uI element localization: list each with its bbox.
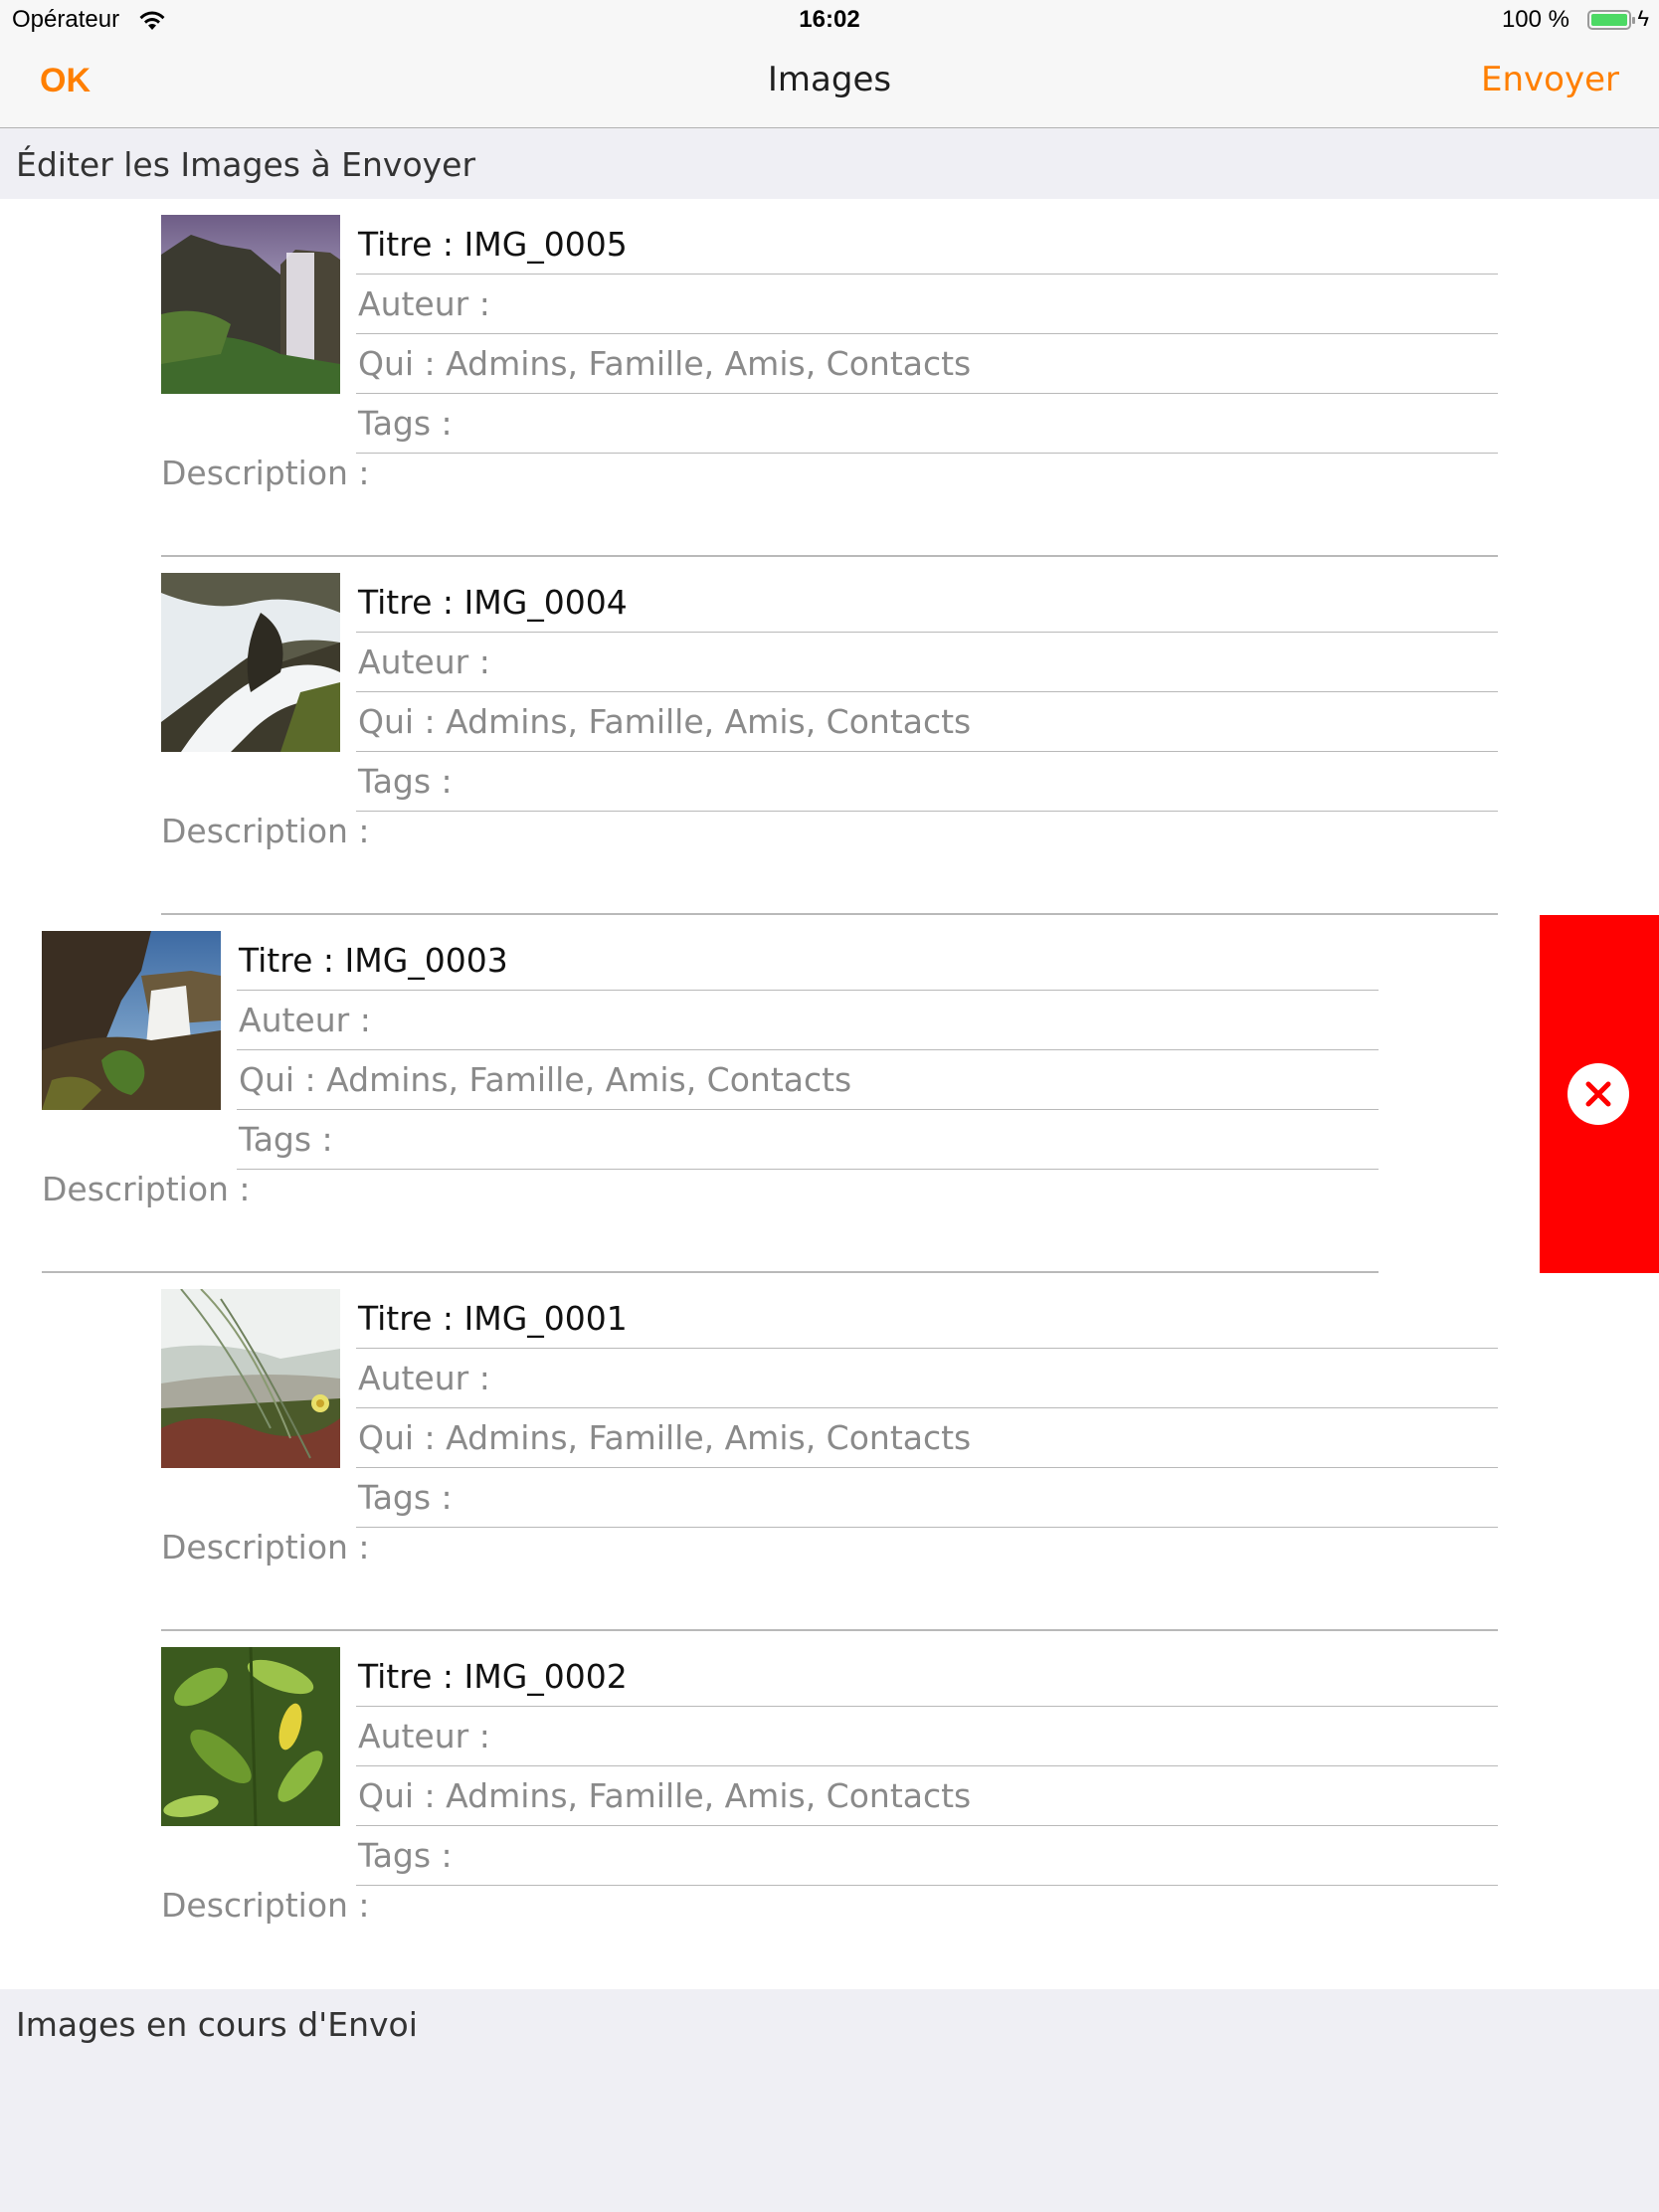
tags-field[interactable]: Tags : <box>356 1468 1498 1528</box>
image-cell[interactable]: Titre : IMG_0002 Auteur : Qui : Admins, … <box>0 1631 1659 1989</box>
description-label[interactable]: Description : <box>161 812 370 850</box>
title-field[interactable]: Titre : IMG_0001 <box>356 1289 1498 1349</box>
author-field[interactable]: Auteur : <box>237 991 1379 1050</box>
title-field[interactable]: Titre : IMG_0003 <box>237 931 1379 991</box>
green-leaves-thumbnail[interactable] <box>161 1647 340 1826</box>
delete-button[interactable] <box>1540 915 1659 1273</box>
who-field[interactable]: Qui : Admins, Famille, Amis, Contacts <box>237 1050 1379 1110</box>
clock: 16:02 <box>799 6 860 33</box>
section-header-uploading-label: Images en cours d'Envoi <box>16 2005 418 2044</box>
battery-icon <box>1587 10 1635 30</box>
delete-circle <box>1567 1063 1629 1125</box>
image-cell-swiped[interactable]: Titre : IMG_0003 Auteur : Qui : Admins, … <box>0 915 1659 1273</box>
section-header-uploading: Images en cours d'Envoi <box>0 1989 1659 2059</box>
status-bar: Opérateur 16:02 100 % ϟ <box>0 0 1659 40</box>
page-title: Images <box>767 60 892 99</box>
who-field[interactable]: Qui : Admins, Famille, Amis, Contacts <box>356 334 1498 394</box>
navigation-bar: OK Images Envoyer <box>0 40 1659 128</box>
description-label[interactable]: Description : <box>42 1170 251 1208</box>
section-header-edit: Éditer les Images à Envoyer <box>0 129 1659 199</box>
who-field[interactable]: Qui : Admins, Famille, Amis, Contacts <box>356 692 1498 752</box>
description-label[interactable]: Description : <box>161 454 370 492</box>
section-header-edit-label: Éditer les Images à Envoyer <box>16 145 476 184</box>
title-field[interactable]: Titre : IMG_0002 <box>356 1647 1498 1707</box>
tags-field[interactable]: Tags : <box>237 1110 1379 1170</box>
image-cell[interactable]: Titre : IMG_0004 Auteur : Qui : Admins, … <box>0 557 1659 915</box>
tags-field[interactable]: Tags : <box>356 394 1498 454</box>
author-field[interactable]: Auteur : <box>356 275 1498 334</box>
title-field[interactable]: Titre : IMG_0005 <box>356 215 1498 275</box>
grass-beach-thumbnail[interactable] <box>161 1289 340 1468</box>
send-button[interactable]: Envoyer <box>1481 60 1619 99</box>
description-label[interactable]: Description : <box>161 1528 370 1567</box>
image-cell[interactable]: Titre : IMG_0001 Auteur : Qui : Admins, … <box>0 1273 1659 1631</box>
tags-field[interactable]: Tags : <box>356 1826 1498 1886</box>
image-list[interactable]: Titre : IMG_0005 Auteur : Qui : Admins, … <box>0 199 1659 1989</box>
author-field[interactable]: Auteur : <box>356 1707 1498 1766</box>
image-cell[interactable]: Titre : IMG_0005 Auteur : Qui : Admins, … <box>0 199 1659 557</box>
delete-x-icon <box>1585 1081 1611 1107</box>
waterfall-cliff-thumbnail[interactable] <box>161 215 340 394</box>
who-field[interactable]: Qui : Admins, Famille, Amis, Contacts <box>356 1408 1498 1468</box>
who-field[interactable]: Qui : Admins, Famille, Amis, Contacts <box>356 1766 1498 1826</box>
waterfall-cave-thumbnail[interactable] <box>42 931 221 1110</box>
description-label[interactable]: Description : <box>161 1886 370 1925</box>
title-field[interactable]: Titre : IMG_0004 <box>356 573 1498 633</box>
tags-field[interactable]: Tags : <box>356 752 1498 812</box>
author-field[interactable]: Auteur : <box>356 633 1498 692</box>
battery-percentage: 100 % <box>1501 6 1569 33</box>
author-field[interactable]: Auteur : <box>356 1349 1498 1408</box>
bolt-icon: ϟ <box>1637 6 1649 31</box>
cascade-rocks-thumbnail[interactable] <box>161 573 340 752</box>
